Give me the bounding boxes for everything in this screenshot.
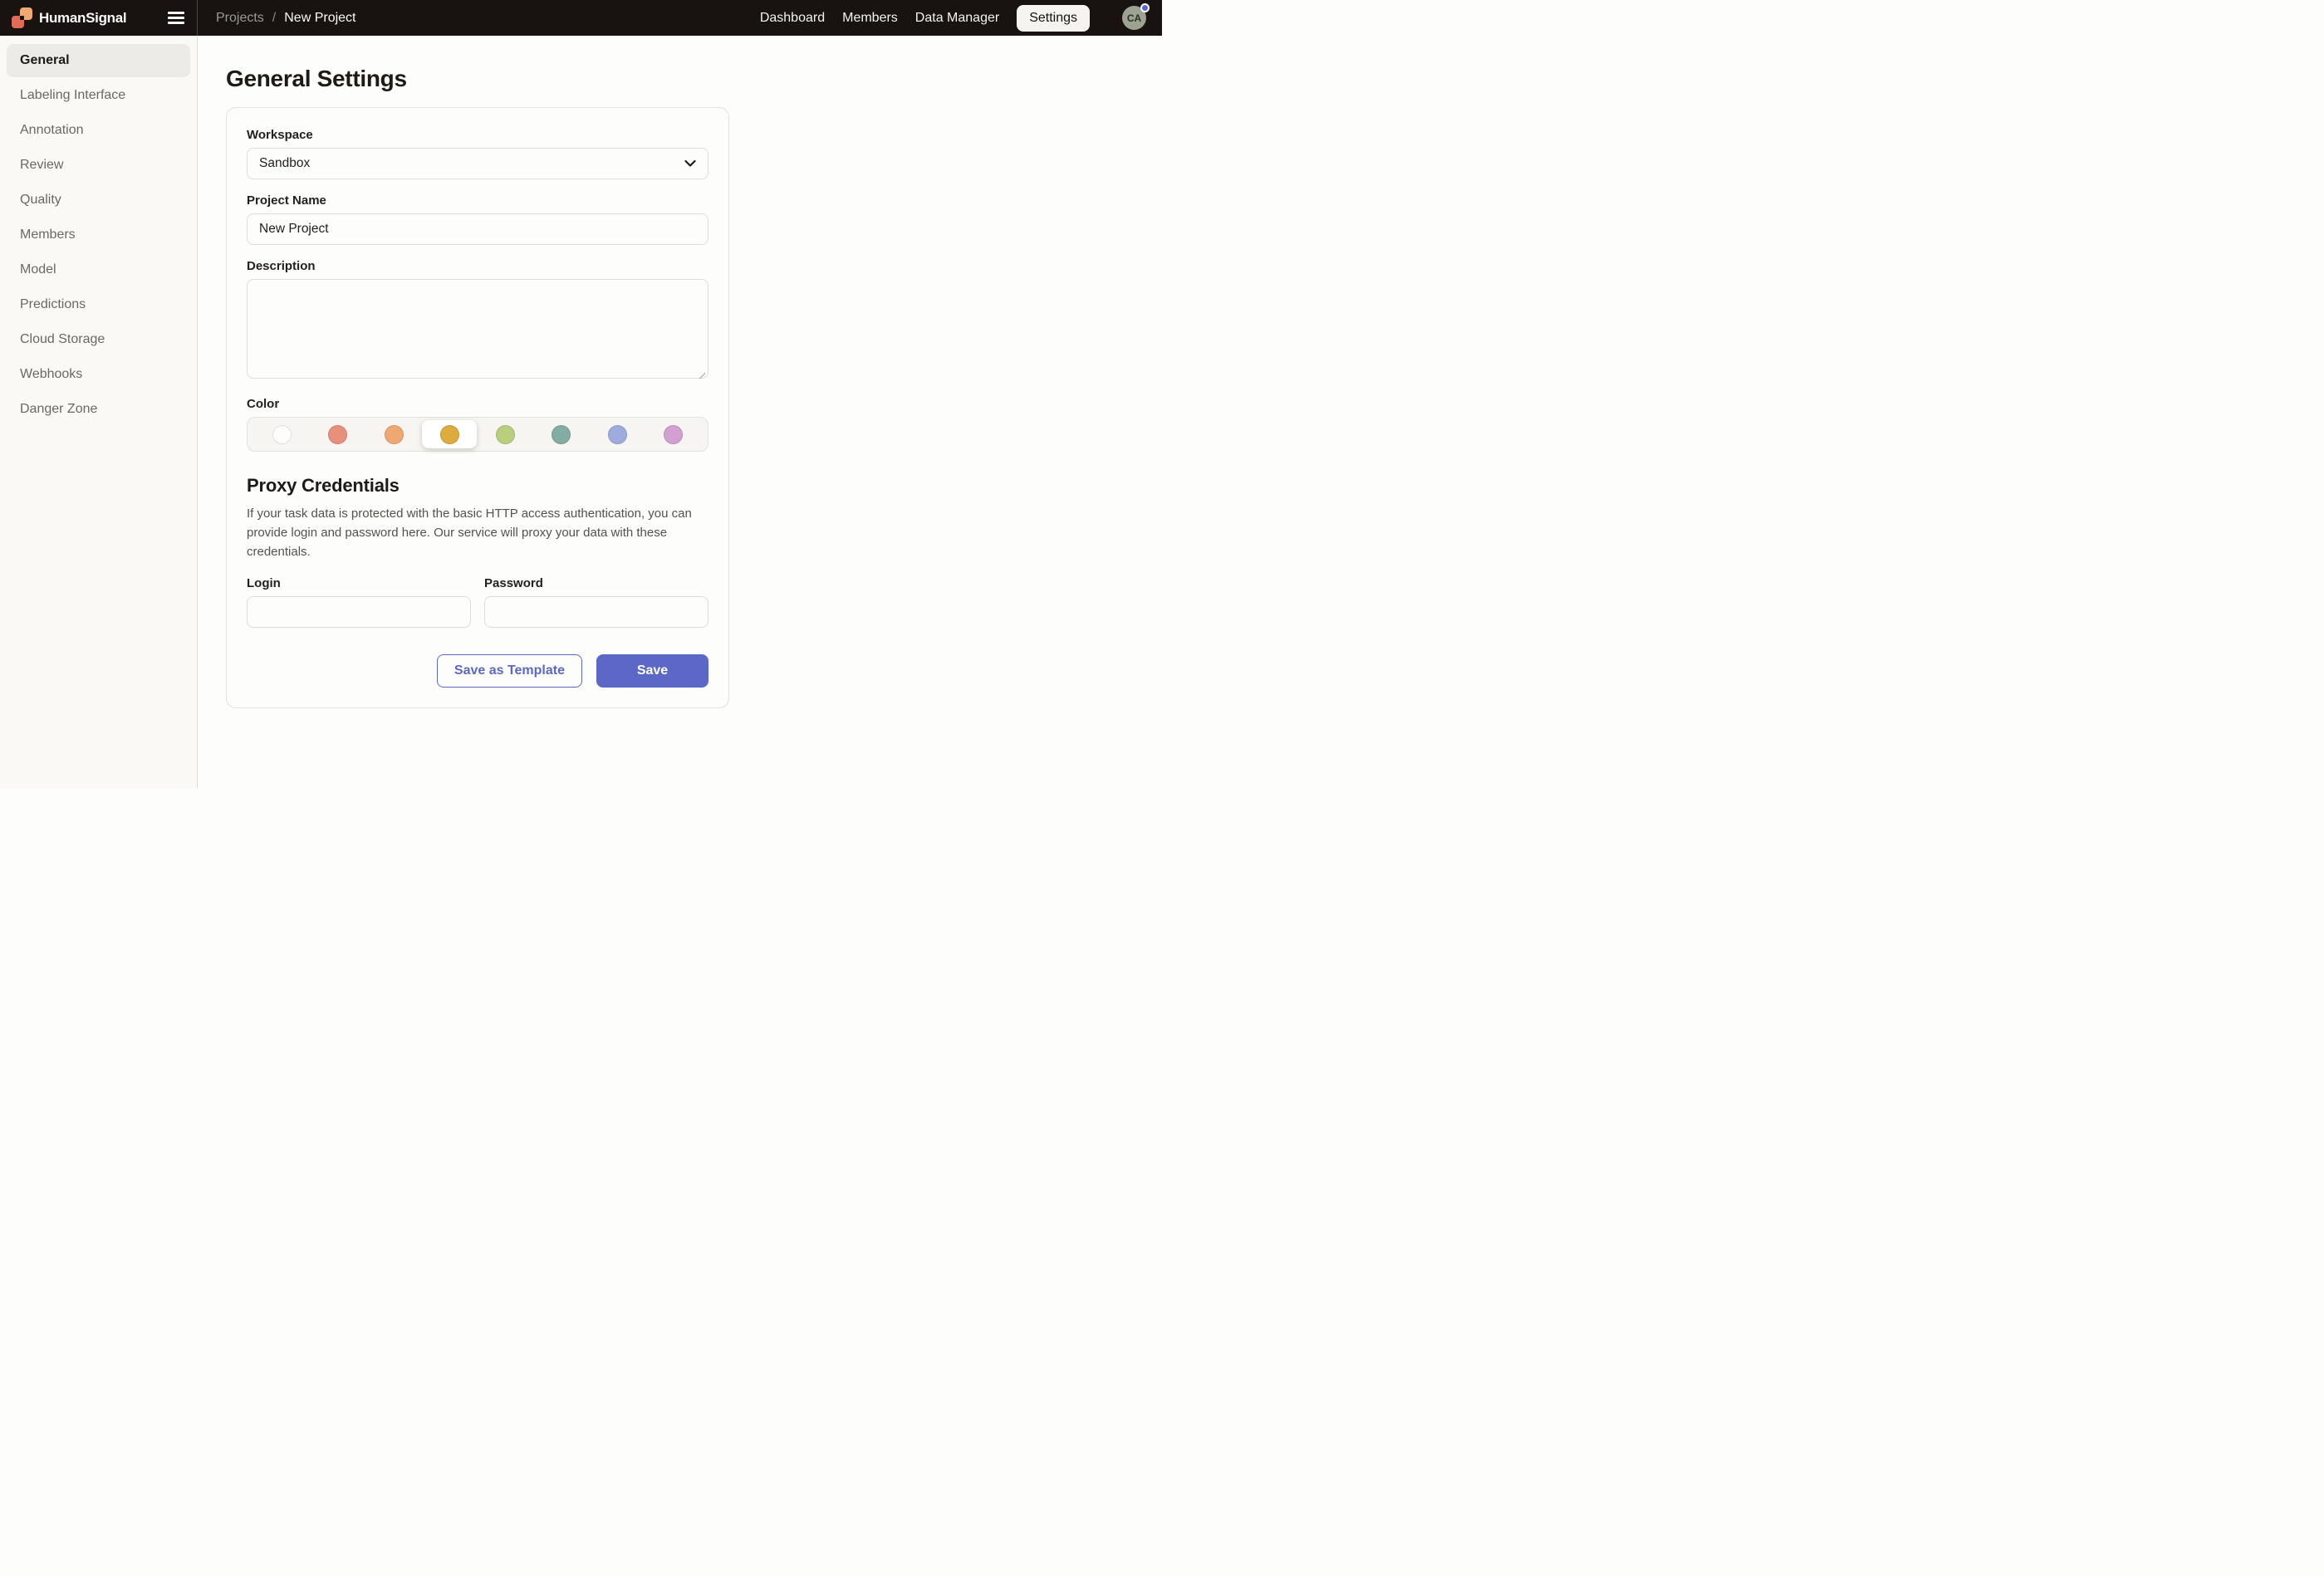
- workspace-group: Workspace Sandbox: [247, 128, 708, 179]
- breadcrumb-separator: /: [272, 11, 276, 26]
- password-label: Password: [484, 576, 708, 590]
- color-swatch-selected-card: [422, 420, 477, 448]
- breadcrumb-projects[interactable]: Projects: [216, 11, 264, 26]
- proxy-credentials-description: If your task data is protected with the …: [247, 504, 708, 561]
- color-swatch-periwinkle[interactable]: [608, 425, 627, 444]
- topbar-left-section: HumanSignal: [0, 0, 198, 36]
- page-title: General Settings: [226, 66, 1162, 92]
- sidebar-item-cloud-storage[interactable]: Cloud Storage: [7, 323, 190, 356]
- sidebar-item-webhooks[interactable]: Webhooks: [7, 358, 190, 391]
- sidebar-item-members[interactable]: Members: [7, 218, 190, 252]
- color-group: Color: [247, 397, 708, 452]
- topbar-nav: Dashboard Members Data Manager Settings …: [760, 0, 1162, 36]
- login-input[interactable]: [247, 596, 471, 628]
- login-label: Login: [247, 576, 471, 590]
- breadcrumb: Projects / New Project: [198, 0, 356, 36]
- breadcrumb-current: New Project: [284, 11, 355, 26]
- sidebar-item-predictions[interactable]: Predictions: [7, 288, 190, 321]
- nav-settings[interactable]: Settings: [1017, 5, 1090, 32]
- color-swatch-green[interactable]: [496, 425, 515, 444]
- humansignal-logo-icon: [12, 7, 32, 28]
- proxy-credentials-title: Proxy Credentials: [247, 475, 708, 497]
- color-swatch-strip: [247, 417, 708, 452]
- workspace-selected-value: Sandbox: [259, 156, 310, 171]
- color-swatch-orange[interactable]: [385, 425, 404, 444]
- sidebar-item-labeling-interface[interactable]: Labeling Interface: [7, 79, 190, 112]
- save-button[interactable]: Save: [596, 654, 708, 688]
- logo-text: HumanSignal: [39, 10, 126, 27]
- project-name-input[interactable]: [247, 213, 708, 245]
- sidebar-item-model[interactable]: Model: [7, 253, 190, 286]
- top-bar: HumanSignal Projects / New Project Dashb…: [0, 0, 1162, 36]
- chevron-down-icon: [684, 160, 696, 168]
- color-swatch-salmon[interactable]: [328, 425, 347, 444]
- main-content: General Settings Workspace Sandbox Proje…: [198, 36, 1162, 788]
- color-swatch-white[interactable]: [272, 425, 292, 444]
- password-group: Password: [484, 576, 708, 628]
- menu-icon[interactable]: [168, 12, 184, 24]
- humansignal-logo[interactable]: HumanSignal: [12, 7, 126, 28]
- color-swatch-orchid[interactable]: [664, 425, 683, 444]
- settings-sidebar: General Labeling Interface Annotation Re…: [0, 36, 198, 788]
- nav-members[interactable]: Members: [842, 11, 898, 26]
- sidebar-item-quality[interactable]: Quality: [7, 184, 190, 217]
- project-name-group: Project Name: [247, 193, 708, 245]
- color-swatch-gold[interactable]: [440, 425, 459, 444]
- description-label: Description: [247, 259, 708, 273]
- project-name-label: Project Name: [247, 193, 708, 208]
- sidebar-item-general[interactable]: General: [7, 44, 190, 77]
- notification-dot: [1140, 3, 1150, 12]
- workspace-select[interactable]: Sandbox: [247, 148, 708, 179]
- credentials-row: Login Password: [247, 576, 708, 628]
- sidebar-item-review[interactable]: Review: [7, 149, 190, 182]
- sidebar-item-danger-zone[interactable]: Danger Zone: [7, 393, 190, 426]
- color-label: Color: [247, 397, 708, 411]
- password-input[interactable]: [484, 596, 708, 628]
- action-buttons: Save as Template Save: [247, 654, 708, 688]
- nav-data-manager[interactable]: Data Manager: [915, 11, 999, 26]
- user-avatar[interactable]: CA: [1122, 6, 1146, 30]
- description-group: Description: [247, 259, 708, 383]
- description-textarea[interactable]: [247, 279, 708, 379]
- nav-dashboard[interactable]: Dashboard: [760, 11, 825, 26]
- login-group: Login: [247, 576, 471, 628]
- workspace-label: Workspace: [247, 128, 708, 142]
- general-settings-card: Workspace Sandbox Project Name Descripti…: [226, 107, 729, 708]
- save-as-template-button[interactable]: Save as Template: [437, 654, 582, 688]
- sidebar-item-annotation[interactable]: Annotation: [7, 114, 190, 147]
- color-swatch-teal[interactable]: [552, 425, 571, 444]
